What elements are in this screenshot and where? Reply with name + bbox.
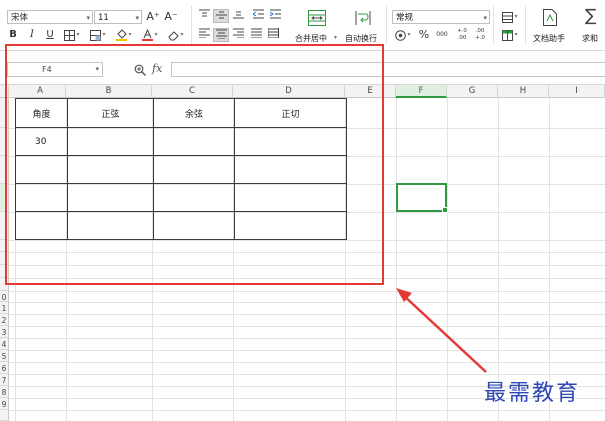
pointer-arrow <box>396 288 487 373</box>
watermark-text: 最需教育 <box>484 381 581 406</box>
